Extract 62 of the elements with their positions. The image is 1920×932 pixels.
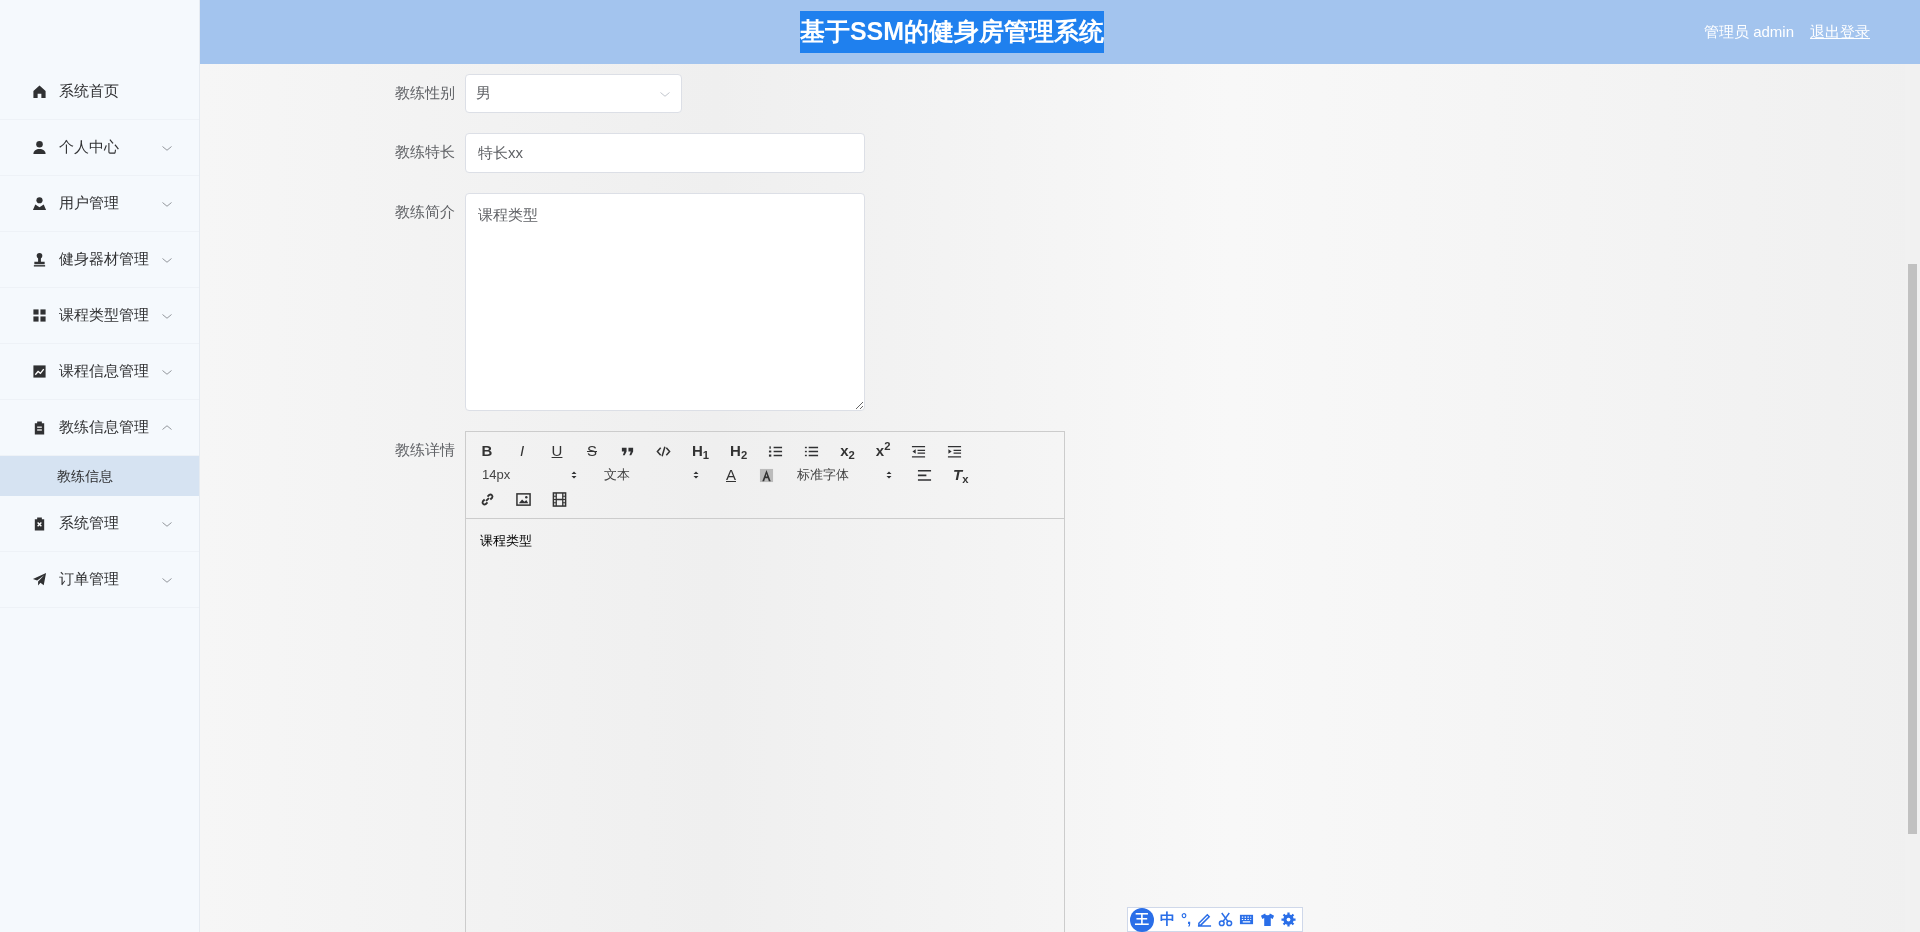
scrollbar-thumb[interactable] (1908, 264, 1917, 834)
sidebar-item[interactable]: 课程类型管理 (0, 288, 199, 344)
sidebar-item[interactable]: 系统首页 (0, 64, 199, 120)
user-label: 管理员 admin (1703, 21, 1794, 42)
format-button[interactable]: U (548, 442, 566, 460)
format-button[interactable]: H$_{1}$ (690, 442, 712, 460)
outdent-icon[interactable] (911, 443, 927, 459)
shirt-icon[interactable] (1260, 912, 1276, 927)
ime-logo: 王 (1130, 907, 1154, 932)
format-button[interactable]: I (513, 442, 531, 460)
sidebar-item[interactable]: 健身器材管理 (0, 232, 199, 288)
field-label: 教练详情 (394, 440, 456, 460)
app-title: 基于SSM的健身房管理系统 (799, 11, 1105, 53)
field-label: 教练简介 (394, 202, 456, 222)
image-icon[interactable] (516, 491, 531, 507)
sidebar-item[interactable]: 用户管理 (0, 176, 199, 232)
toolbar-select[interactable]: 文本 (600, 465, 705, 485)
editor-content: 课程类型 (479, 532, 533, 550)
gender-select[interactable]: 男 (465, 74, 682, 113)
align-left-icon[interactable] (917, 467, 932, 483)
field-label: 教练性别 (394, 83, 456, 103)
user-icon (32, 196, 47, 211)
toolbar-select[interactable]: 标准字体 (793, 465, 898, 485)
input-field[interactable]: 特长xx (465, 133, 865, 173)
format-button[interactable]: A (722, 466, 740, 484)
field-label: 教练特长 (394, 142, 456, 162)
link-icon[interactable] (480, 491, 495, 507)
keyboard-icon[interactable] (1239, 912, 1255, 927)
sidebar-item[interactable]: 课程信息管理 (0, 344, 199, 400)
user-icon (32, 140, 47, 155)
ordered-list-icon[interactable] (768, 443, 784, 459)
paper-plane-icon (32, 572, 47, 587)
format-button[interactable]: x$^{2}$ (873, 442, 893, 460)
sidebar-item[interactable]: 系统管理 (0, 496, 199, 552)
ime-punctuation[interactable]: °, (1181, 908, 1192, 931)
pen-icon[interactable] (1197, 912, 1213, 927)
format-button[interactable]: H$_{2}$ (728, 442, 750, 460)
home-icon (32, 84, 47, 99)
sidebar-item[interactable]: 订单管理 (0, 552, 199, 608)
sidebar-item[interactable]: 个人中心 (0, 120, 199, 176)
sidebar-subitem[interactable]: 教练信息 (0, 456, 199, 496)
format-button[interactable]: x$_{2}$ (838, 442, 857, 460)
indent-icon[interactable] (947, 443, 963, 459)
text-area[interactable]: 课程类型 (465, 193, 865, 411)
toolbar-select[interactable]: 14px (478, 465, 583, 485)
scissors-icon[interactable] (1218, 912, 1234, 927)
highlight-icon[interactable] (759, 467, 774, 483)
grid-icon (32, 308, 47, 323)
film-icon[interactable] (552, 491, 567, 507)
clipboard-icon (32, 420, 47, 435)
format-button[interactable]: B (478, 442, 496, 460)
stamp-icon (32, 252, 47, 267)
chart-icon (32, 364, 47, 379)
format-button[interactable]: T$_{x}$ (951, 466, 971, 484)
up-down-icon (569, 469, 579, 481)
clipboard-x-icon (32, 516, 47, 531)
settings-icon[interactable] (1281, 912, 1297, 927)
format-button[interactable]: S (583, 442, 601, 460)
ime-mode[interactable]: 中 (1160, 908, 1175, 931)
up-down-icon (884, 469, 894, 481)
up-down-icon (691, 469, 701, 481)
rich-text-editor[interactable]: B I U S H$_{1}$ H$_{2}$ x$_{2}$ x$^{2}$ 14px 文本 A 标准字体 T$_{x}$ 课程类型 (465, 431, 1065, 932)
